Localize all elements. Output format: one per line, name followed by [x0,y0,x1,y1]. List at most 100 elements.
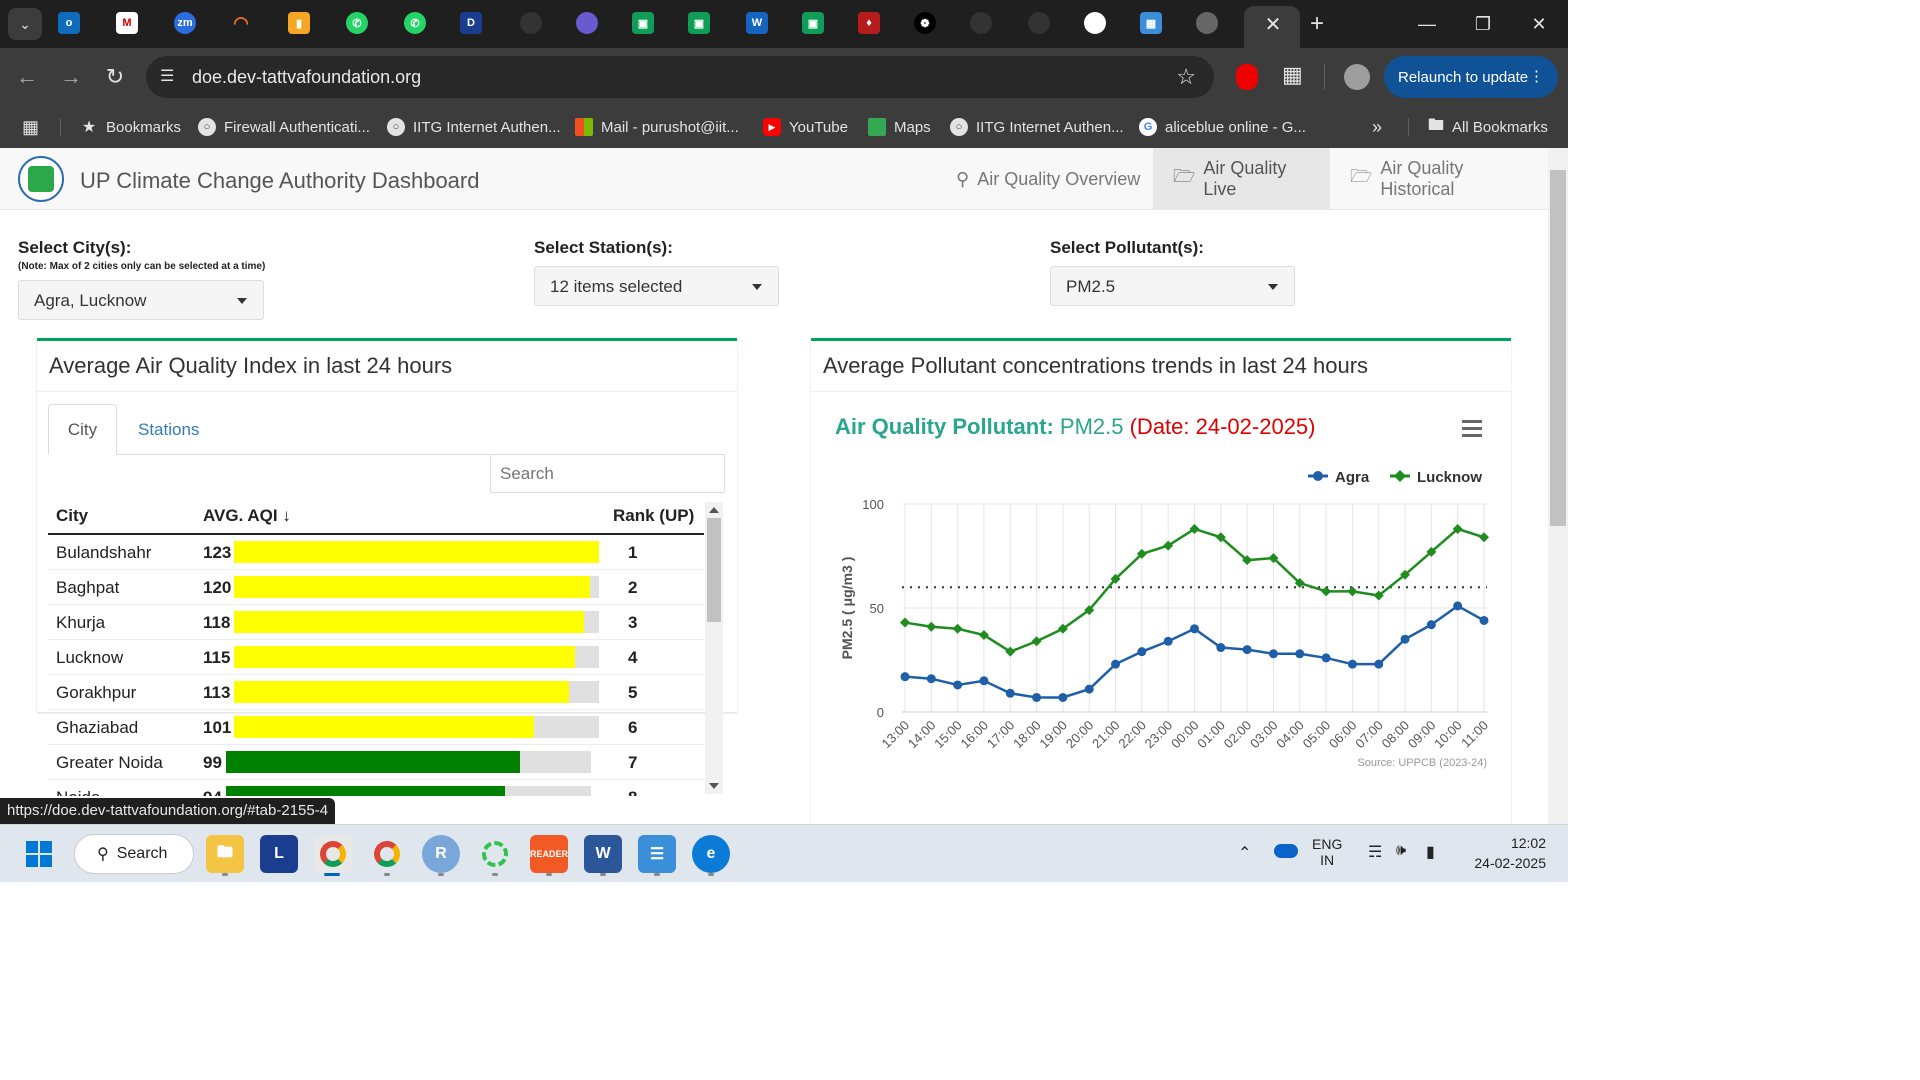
doc-tab-icon[interactable]: D [460,12,482,34]
table-scrollbar[interactable] [705,502,723,794]
column-header-rank[interactable]: Rank (UP) [613,506,694,526]
more-menu-icon[interactable]: ⋮ [1529,67,1544,85]
globe-tab-icon[interactable] [1196,12,1218,34]
volume-icon[interactable]: 🕪 [1396,842,1406,860]
clock[interactable]: 12:02 24-02-2025 [1466,835,1546,871]
nav-air-quality-live[interactable]: 🗁 Air Quality Live [1153,148,1330,210]
column-header-avg-aqi[interactable]: AVG. AQI ↓ [203,506,291,526]
city-select[interactable]: Agra, Lucknow [18,280,264,320]
r-app-icon[interactable]: R [422,835,460,873]
close-tab-icon[interactable]: ✕ [1258,10,1288,38]
bookmark-item[interactable]: ★ Bookmarks [80,114,181,140]
sheet-tab-icon[interactable]: ▣ [632,12,654,34]
scrollbar-thumb[interactable] [707,518,721,622]
extension-icon[interactable] [1236,64,1258,90]
outlook-tab-icon[interactable]: o [58,12,80,34]
scroll-up-icon[interactable] [709,507,719,513]
back-icon[interactable]: ← [12,62,42,92]
table-row[interactable]: Baghpat 120 2 [48,570,704,605]
table-row[interactable]: Gorakhpur 113 5 [48,675,704,710]
app-tab-icon[interactable] [576,12,598,34]
forward-icon[interactable]: → [56,62,86,92]
x-tick-label: 04:00 [1273,718,1307,752]
w-tab-icon[interactable]: W [746,12,768,34]
edge-icon[interactable]: e [692,835,730,873]
tab-stations[interactable]: Stations [126,404,211,455]
language-indicator[interactable]: ENG IN [1312,836,1342,868]
bookmark-item[interactable]: Mail - purushot@iit... [575,114,739,140]
zoom-tab-icon[interactable]: zm [174,12,196,34]
mail-tab-icon[interactable]: M [116,12,138,34]
chevron-up-icon[interactable]: ⌃ [1238,843,1251,863]
reader-app-icon[interactable]: READER [530,835,568,873]
whatsapp-tab-icon[interactable]: ✆ [404,12,426,34]
close-window-icon[interactable]: ✕ [1524,10,1554,38]
github-tab-icon[interactable] [520,12,542,34]
chrome-icon[interactable] [368,835,406,873]
address-bar[interactable]: ☰ doe.dev-tattvafoundation.org ☆ [146,56,1214,98]
star-icon: ★ [81,119,97,136]
pollutant-select[interactable]: PM2.5 [1050,266,1295,306]
bookmark-item[interactable]: ○ IITG Internet Authen... [387,114,561,140]
table-row[interactable]: Greater Noida 99 7 [48,745,704,780]
sheet-tab-icon[interactable]: ▣ [802,12,824,34]
table-row[interactable]: Noida 94 8 [48,780,704,796]
hamburger-menu-icon[interactable] [1462,420,1482,437]
site-info-icon[interactable]: ☰ [160,66,174,86]
image-tab-icon[interactable]: ▦ [1140,12,1162,34]
extensions-puzzle-icon[interactable]: ▦ [1282,62,1303,88]
bookmark-item[interactable]: ○ IITG Internet Authen... [950,114,1124,140]
profile-avatar[interactable] [1344,64,1370,90]
chrome-icon[interactable] [314,835,352,873]
word-icon[interactable]: W [584,835,622,873]
whatsapp-tab-icon[interactable]: ✆ [346,12,368,34]
table-row[interactable]: Lucknow 115 4 [48,640,704,675]
more-bookmarks-icon[interactable]: » [1372,114,1382,140]
tab-search-icon[interactable]: ⌄ [8,8,42,40]
table-row[interactable]: Khurja 118 3 [48,605,704,640]
bookmark-item[interactable]: Maps [868,114,931,140]
page-scrollbar[interactable] [1548,148,1568,824]
bookmark-item[interactable]: ○ Firewall Authenticati... [198,114,370,140]
table-row[interactable]: Ghaziabad 101 6 [48,710,704,745]
github-tab-icon[interactable] [1084,12,1106,34]
openai-tab-icon[interactable]: ❁ [914,12,936,34]
legend-label: Lucknow [1417,469,1482,486]
all-bookmarks-button[interactable]: 🖿 All Bookmarks [1428,114,1548,140]
tab-city[interactable]: City [48,404,117,455]
github-tab-icon[interactable] [970,12,992,34]
battery-icon[interactable]: ▮ [1426,842,1435,862]
file-explorer-icon[interactable]: 🖿 [206,835,244,873]
shield-tab-icon[interactable]: ♦ [858,12,880,34]
relaunch-button[interactable]: Relaunch to update ⋮ [1384,56,1558,98]
taskbar-search[interactable]: ⚲ Search [74,834,194,874]
reload-icon[interactable]: ↻ [100,62,130,92]
table-row[interactable]: Bulandshahr 123 1 [48,535,704,570]
bookmark-star-icon[interactable]: ☆ [1176,64,1196,90]
restore-icon[interactable]: ❐ [1468,10,1498,38]
onedrive-icon[interactable] [1274,844,1298,858]
nav-air-quality-historical[interactable]: 🗁 Air Quality Historical [1330,148,1548,210]
apps-grid-icon[interactable]: ▦ [22,114,39,140]
station-select[interactable]: 12 items selected [534,266,779,306]
notepad-icon[interactable]: ☰ [638,835,676,873]
toolbar-divider [1324,64,1325,90]
book-tab-icon[interactable]: ▮ [288,12,310,34]
scroll-down-icon[interactable] [709,783,719,789]
l-app-icon[interactable]: L [260,835,298,873]
github-tab-icon[interactable] [1028,12,1050,34]
minimize-icon[interactable]: — [1412,10,1442,38]
sheet-tab-icon[interactable]: ▣ [688,12,710,34]
table-search-input[interactable] [490,454,725,493]
loading-tab-icon[interactable]: ◠ [230,12,252,34]
column-header-city[interactable]: City [56,506,88,526]
scrollbar-thumb[interactable] [1550,170,1566,526]
new-tab-icon[interactable]: + [1302,10,1332,38]
wifi-icon[interactable]: ☴ [1368,842,1382,862]
refresh-app-icon[interactable] [476,835,514,873]
bookmark-label: Bookmarks [106,118,182,136]
bookmark-item[interactable]: ▶ YouTube [763,114,848,140]
windows-start-icon[interactable] [20,835,58,873]
bookmark-item[interactable]: Galiceblue online - G... [1139,114,1306,140]
nav-air-quality-overview[interactable]: ⚲ Air Quality Overview [936,148,1160,210]
